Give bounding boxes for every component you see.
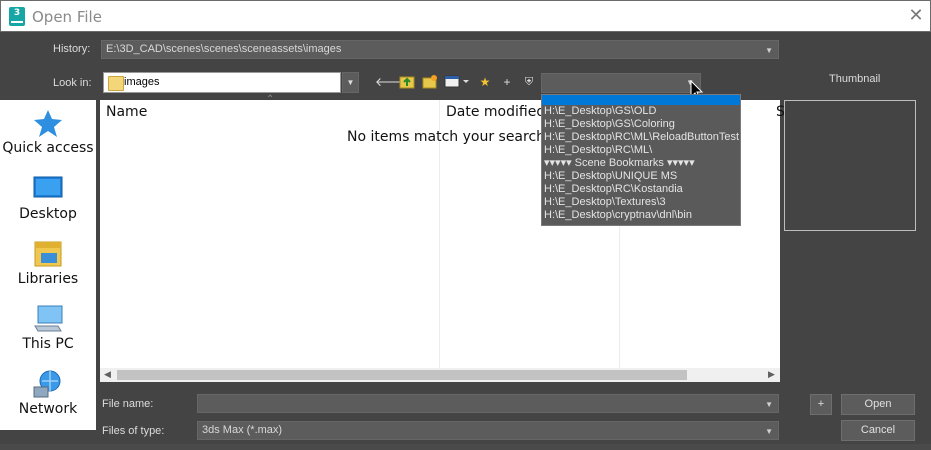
history-label: History: — [53, 43, 91, 55]
open-button[interactable]: Open — [841, 394, 915, 415]
lookin-dropdown-button[interactable]: ▼ — [342, 72, 359, 93]
filename-label: File name: — [102, 398, 154, 410]
history-value: E:\3D_CAD\scenes\scenes\sceneassets\imag… — [106, 43, 342, 55]
sort-caret-icon: ⌃ — [266, 94, 275, 105]
bookmark-section-header: ▾▾▾▾▾ Scene Bookmarks ▾▾▾▾▾ — [544, 157, 695, 169]
bookmark-item[interactable]: H:\E_Desktop\Textures\3 — [542, 196, 740, 209]
view-menu-icon[interactable] — [444, 74, 470, 91]
scrollbar-thumb[interactable] — [117, 370, 687, 380]
popup-selected-row[interactable] — [542, 95, 740, 105]
window-title: Open File — [32, 8, 102, 26]
scroll-left-icon[interactable]: ◀ — [104, 369, 111, 380]
place-libraries[interactable]: Libraries — [0, 239, 96, 287]
app-3dsmax-icon: 3 — [9, 7, 25, 26]
chevron-down-icon: ▼ — [346, 78, 355, 87]
bookmark-item[interactable]: H:\E_Desktop\GS\OLD — [542, 105, 740, 118]
network-icon — [32, 369, 64, 399]
chevron-down-icon: ▼ — [765, 400, 773, 409]
bookmark-dropdown[interactable]: ▼ — [541, 73, 701, 93]
bookmarks-popup: H:\E_Desktop\GS\OLD H:\E_Desktop\GS\Colo… — [541, 94, 741, 226]
close-icon[interactable]: ✕ — [907, 6, 925, 26]
bookmark-star-icon[interactable]: ★ — [476, 74, 494, 91]
thumbnail-preview — [784, 100, 916, 231]
desktop-icon — [32, 174, 64, 204]
history-dropdown[interactable]: E:\3D_CAD\scenes\scenes\sceneassets\imag… — [101, 40, 779, 59]
column-header-size[interactable]: S — [776, 104, 785, 120]
scroll-right-icon[interactable]: ▶ — [768, 369, 775, 380]
lookin-value: images — [124, 76, 160, 88]
place-quick-access[interactable]: Quick access — [0, 108, 96, 156]
horizontal-scrollbar[interactable]: ◀ ▶ — [100, 368, 780, 382]
filetype-value: 3ds Max (*.max) — [202, 424, 283, 436]
plus-button[interactable]: + — [810, 394, 832, 415]
shield-icon[interactable]: ⛨ — [520, 74, 538, 91]
place-label: Quick access — [2, 140, 94, 156]
filetype-label: Files of type: — [102, 425, 165, 437]
chevron-down-icon: ▼ — [765, 46, 773, 55]
filetype-dropdown[interactable]: 3ds Max (*.max) ▼ — [197, 421, 779, 440]
star-icon — [32, 108, 64, 138]
places-bar: Quick access Desktop Libraries This PC N… — [0, 100, 96, 430]
place-label: Network — [18, 401, 78, 417]
place-network[interactable]: Network — [0, 369, 96, 417]
bookmark-item[interactable]: H:\E_Desktop\RC\Kostandia — [542, 183, 740, 196]
folder-icon — [108, 76, 124, 91]
bookmark-item[interactable]: H:\E_Desktop\RC\ML\ReloadButtonTest — [542, 131, 740, 144]
column-header-name[interactable]: Name — [106, 104, 147, 120]
new-folder-icon[interactable] — [421, 74, 439, 91]
bookmark-item[interactable]: H:\E_Desktop\RC\ML\ — [542, 144, 740, 157]
place-desktop[interactable]: Desktop — [0, 174, 96, 222]
bookmark-item[interactable]: H:\E_Desktop\UNIQUE MS — [542, 170, 740, 183]
computer-icon — [32, 304, 64, 334]
place-label: Libraries — [17, 271, 79, 287]
add-bookmark-icon[interactable]: + — [498, 74, 516, 91]
empty-message: No items match your search. — [347, 129, 550, 145]
place-this-pc[interactable]: This PC — [0, 304, 96, 352]
bookmark-item[interactable]: H:\E_Desktop\GS\Coloring — [542, 118, 740, 131]
cancel-button[interactable]: Cancel — [841, 420, 915, 441]
bookmark-item[interactable]: H:\E_Desktop\cryptnav\dnl\bin — [542, 209, 740, 222]
libraries-icon — [32, 239, 64, 269]
bottom-edge — [0, 444, 931, 450]
column-header-date-modified[interactable]: Date modified — [446, 104, 545, 120]
back-arrow-icon[interactable]: 🡐 — [375, 74, 407, 91]
title-bar: 3 Open File ✕ — [0, 0, 931, 32]
lookin-combo[interactable]: images — [103, 72, 341, 93]
filename-input[interactable]: ▼ — [197, 394, 779, 413]
up-folder-icon[interactable] — [398, 74, 416, 91]
place-label: This PC — [22, 336, 74, 352]
lookin-label: Look in: — [53, 77, 92, 89]
chevron-down-icon: ▼ — [765, 427, 773, 436]
thumbnail-label: Thumbnail — [829, 73, 881, 85]
place-label: Desktop — [19, 206, 77, 222]
